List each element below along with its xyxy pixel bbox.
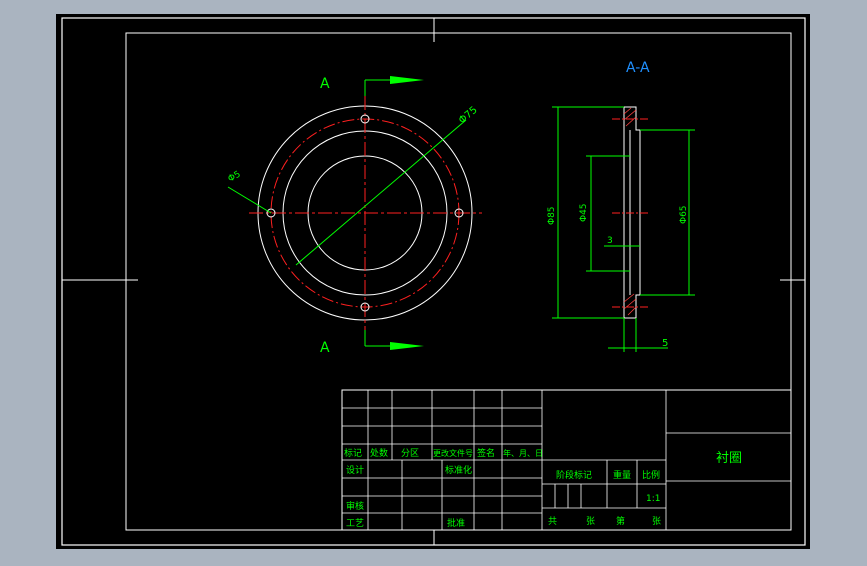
tb-zone: 分区 <box>401 448 419 459</box>
tb-change-doc: 更改文件号 <box>433 448 473 458</box>
side-outer-label: Φ85 <box>547 206 557 225</box>
section-letter-bottom: A <box>320 340 330 356</box>
side-right-label: Φ65 <box>679 205 689 224</box>
tb-design: 设计 <box>346 464 364 476</box>
tb-sheet: 张 <box>586 516 595 527</box>
tb-scale-value: 1:1 <box>646 494 660 504</box>
tb-process: 工艺 <box>346 518 364 529</box>
section-title: A-A <box>626 60 650 76</box>
tb-count: 处数 <box>370 447 388 459</box>
side-step-label: 3 <box>607 236 613 246</box>
tb-review: 审核 <box>346 500 364 512</box>
tb-part-name: 衬圈 <box>716 451 742 466</box>
tb-date: 年、月、日 <box>503 448 543 458</box>
drawing-canvas: Φ75 Φ5 A A A-A Φ85 Φ45 Φ65 3 5 标记 处数 分区 … <box>56 14 810 549</box>
tb-stage-mark: 阶段标记 <box>556 469 592 481</box>
tb-number: 第 <box>616 515 625 527</box>
tb-mark: 标记 <box>344 447 362 459</box>
drawing-sheet <box>56 14 810 549</box>
section-letter-top: A <box>320 76 330 92</box>
cad-viewport[interactable]: Φ75 Φ5 A A A-A Φ85 Φ45 Φ65 3 5 标记 处数 分区 … <box>0 0 867 562</box>
tb-scale-label: 比例 <box>642 469 660 481</box>
tb-sheet2: 张 <box>652 516 661 527</box>
tb-signature: 签名 <box>477 447 495 459</box>
side-thickness-label: 5 <box>662 338 668 349</box>
tb-weight: 重量 <box>613 469 631 481</box>
tb-total: 共 <box>548 516 557 527</box>
tb-standardize: 标准化 <box>445 464 472 476</box>
tb-approve: 批准 <box>447 517 465 529</box>
side-inner-label: Φ45 <box>579 203 589 222</box>
